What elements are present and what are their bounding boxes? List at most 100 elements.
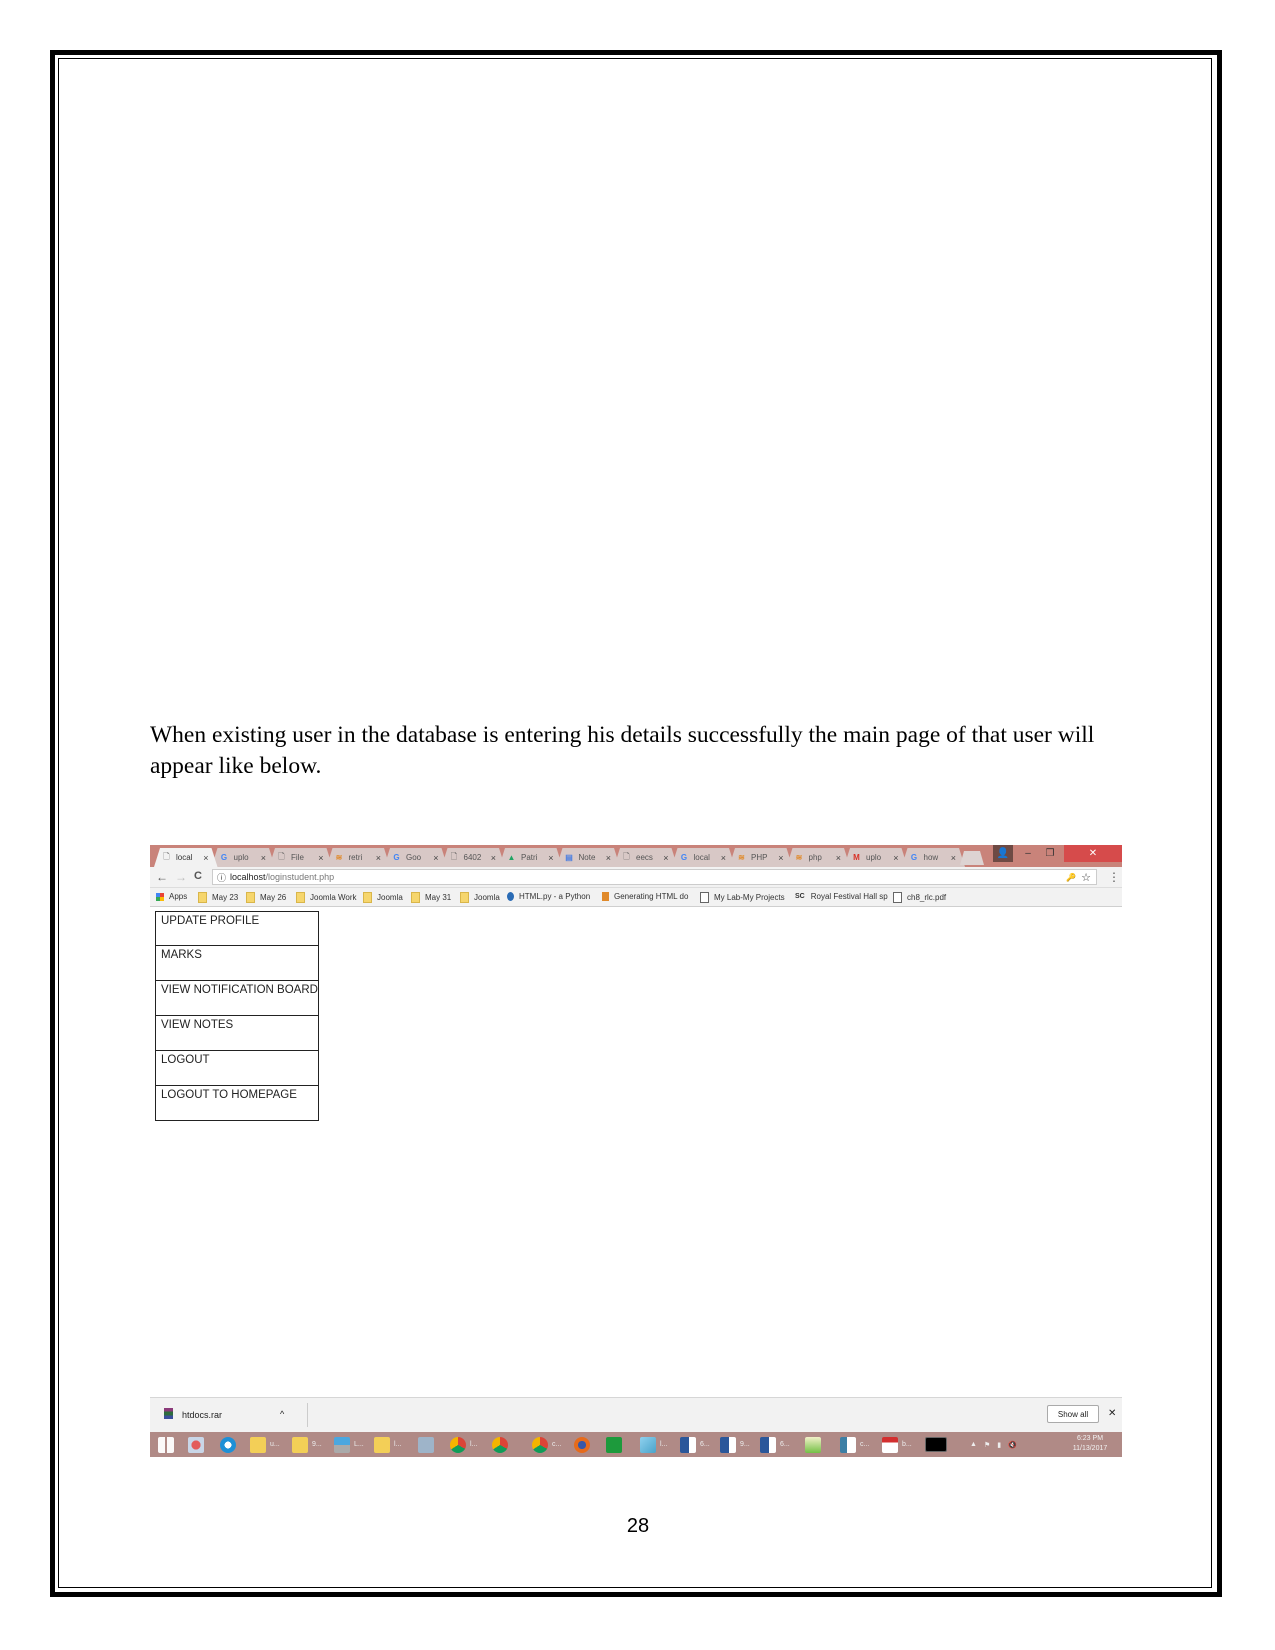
bookmark-item[interactable]: HTML.py - a Python xyxy=(507,892,590,901)
clock[interactable]: 6:23 PM 11/13/2017 xyxy=(1062,1434,1118,1454)
tab-title: 6402 xyxy=(463,853,482,862)
page-icon: 🗋 xyxy=(450,851,458,861)
taskbar-item[interactable] xyxy=(805,1433,821,1456)
taskbar-item[interactable]: l... xyxy=(374,1433,401,1456)
browser-tab[interactable]: 🗋 local × xyxy=(154,848,218,867)
maximize-button[interactable]: ❐ xyxy=(1040,845,1060,862)
bookmark-item[interactable]: SC Royal Festival Hall sp xyxy=(795,892,888,901)
download-file-name[interactable]: htdocs.rar xyxy=(182,1410,222,1420)
bookmark-label: May 31 xyxy=(425,893,452,902)
bookmark-item[interactable]: Apps xyxy=(156,892,187,901)
bookmark-item[interactable]: May 31 xyxy=(411,892,451,903)
taskbar-item[interactable]: 9... xyxy=(720,1433,750,1456)
menu-link-view-notes[interactable]: VIEW NOTES xyxy=(155,1016,319,1051)
tab-close-icon[interactable]: × xyxy=(778,853,783,863)
browser-tab[interactable]: 🗋 File × xyxy=(269,848,333,867)
reload-button[interactable]: C xyxy=(194,870,202,882)
bookmark-item[interactable]: Generating HTML do xyxy=(602,892,688,901)
bookmark-item[interactable]: ch8_rlc.pdf xyxy=(893,892,946,903)
taskbar-item[interactable] xyxy=(606,1433,622,1456)
tab-close-icon[interactable]: × xyxy=(318,853,323,863)
taskbar-item[interactable]: l... xyxy=(640,1433,667,1456)
tab-title: PHP xyxy=(751,853,768,862)
tab-close-icon[interactable]: × xyxy=(491,853,496,863)
bookmark-item[interactable]: Joomla xyxy=(363,892,403,903)
taskbar-item[interactable]: 9... xyxy=(292,1433,322,1456)
bookmark-item[interactable]: May 23 xyxy=(198,892,238,903)
browser-tab[interactable]: Glocal × xyxy=(672,848,736,867)
browser-tab[interactable]: ▤ Note × xyxy=(557,848,621,867)
tab-close-icon[interactable]: × xyxy=(893,853,898,863)
user-profile-icon[interactable]: 👤 xyxy=(993,845,1013,862)
bookmark-item[interactable]: May 26 xyxy=(246,892,286,903)
bookmark-item[interactable]: Joomla xyxy=(460,892,500,903)
tab-close-icon[interactable]: × xyxy=(606,853,611,863)
bookmark-star-icon[interactable]: ☆ xyxy=(1081,871,1091,884)
browser-menu-icon[interactable]: ⋮ xyxy=(1108,870,1120,884)
new-tab-button[interactable] xyxy=(960,851,984,865)
screen-icon xyxy=(840,1436,856,1453)
sc-icon: SC xyxy=(795,893,805,900)
network-signal-icon[interactable]: ▮ xyxy=(997,1441,1001,1449)
tab-close-icon[interactable]: × xyxy=(721,853,726,863)
close-window-button[interactable]: ✕ xyxy=(1064,845,1122,862)
taskbar-item[interactable]: 6... xyxy=(680,1433,710,1456)
taskbar-item[interactable]: l... xyxy=(450,1433,477,1456)
menu-link-logout-to-homepage[interactable]: LOGOUT TO HOMEPAGE xyxy=(155,1086,319,1121)
show-all-button[interactable]: Show all xyxy=(1047,1405,1099,1423)
tray-expand-icon[interactable]: ▲ xyxy=(970,1441,977,1448)
url-input[interactable]: ⓘ localhost/loginstudent.php 🔑 ☆ xyxy=(212,869,1097,885)
taskbar-item[interactable]: u... xyxy=(250,1433,280,1456)
browser-tab[interactable]: 🗋 eecs × xyxy=(614,848,678,867)
taskbar-item[interactable] xyxy=(574,1433,590,1456)
browser-tab[interactable]: ≋ PHP × xyxy=(729,848,793,867)
browser-tab[interactable]: Ghow × xyxy=(902,848,966,867)
taskbar-item[interactable]: 6... xyxy=(760,1433,790,1456)
cmd-icon xyxy=(925,1437,947,1452)
taskbar-item[interactable]: b... xyxy=(882,1433,912,1456)
minimize-button[interactable]: – xyxy=(1018,845,1038,862)
site-info-icon[interactable]: ⓘ xyxy=(217,871,226,884)
taskbar-item[interactable]: L... xyxy=(334,1433,364,1456)
browser-tab[interactable]: ▲ Patri × xyxy=(499,848,563,867)
forward-button[interactable]: → xyxy=(175,870,187,884)
tab-close-icon[interactable]: × xyxy=(261,853,266,863)
folder-icon xyxy=(411,892,420,903)
taskbar-item[interactable] xyxy=(220,1433,236,1456)
tab-close-icon[interactable]: × xyxy=(203,853,208,863)
taskbar-item[interactable]: c... xyxy=(840,1433,869,1456)
taskbar-item[interactable] xyxy=(492,1433,508,1456)
browser-tab[interactable]: Guplo × xyxy=(212,848,276,867)
action-center-flag-icon[interactable]: ⚑ xyxy=(984,1441,990,1449)
volume-muted-icon[interactable]: 🔇 xyxy=(1008,1441,1017,1449)
browser-tab[interactable]: G Goo × xyxy=(384,848,448,867)
tab-close-icon[interactable]: × xyxy=(663,853,668,863)
taskbar-item[interactable] xyxy=(418,1433,434,1456)
menu-link-update-profile[interactable]: UPDATE PROFILE xyxy=(155,911,319,946)
taskbar-item[interactable] xyxy=(925,1433,947,1456)
back-button[interactable]: ← xyxy=(156,870,168,884)
taskbar-item[interactable] xyxy=(158,1433,174,1456)
download-bar: htdocs.rar ^ Show all ✕ xyxy=(150,1397,1122,1432)
key-icon[interactable]: 🔑 xyxy=(1066,873,1076,882)
taskbar-item[interactable]: c... xyxy=(532,1433,561,1456)
browser-tab[interactable]: Muplo × xyxy=(844,848,908,867)
bookmark-item[interactable]: My Lab-My Projects xyxy=(700,892,785,903)
tab-close-icon[interactable]: × xyxy=(836,853,841,863)
menu-link-view-notification-board[interactable]: VIEW NOTIFICATION BOARD xyxy=(155,981,319,1016)
browser-tab[interactable]: ≋ retri × xyxy=(327,848,391,867)
browser-tab[interactable]: ≋ php × xyxy=(787,848,851,867)
browser-tab[interactable]: 🗋 6402 × xyxy=(442,848,506,867)
close-download-bar-icon[interactable]: ✕ xyxy=(1108,1408,1116,1419)
menu-link-marks[interactable]: MARKS xyxy=(155,946,319,981)
tab-close-icon[interactable]: × xyxy=(951,853,956,863)
tab-title: Note xyxy=(578,853,596,862)
taskbar-item[interactable] xyxy=(188,1433,204,1456)
bookmark-item[interactable]: Joomla Work xyxy=(296,892,357,903)
download-options-chevron[interactable]: ^ xyxy=(280,1409,284,1419)
page-icon: 🗋 xyxy=(623,851,630,861)
tab-close-icon[interactable]: × xyxy=(548,853,553,863)
tab-close-icon[interactable]: × xyxy=(433,853,438,863)
menu-link-logout[interactable]: LOGOUT xyxy=(155,1051,319,1086)
tab-close-icon[interactable]: × xyxy=(376,853,381,863)
